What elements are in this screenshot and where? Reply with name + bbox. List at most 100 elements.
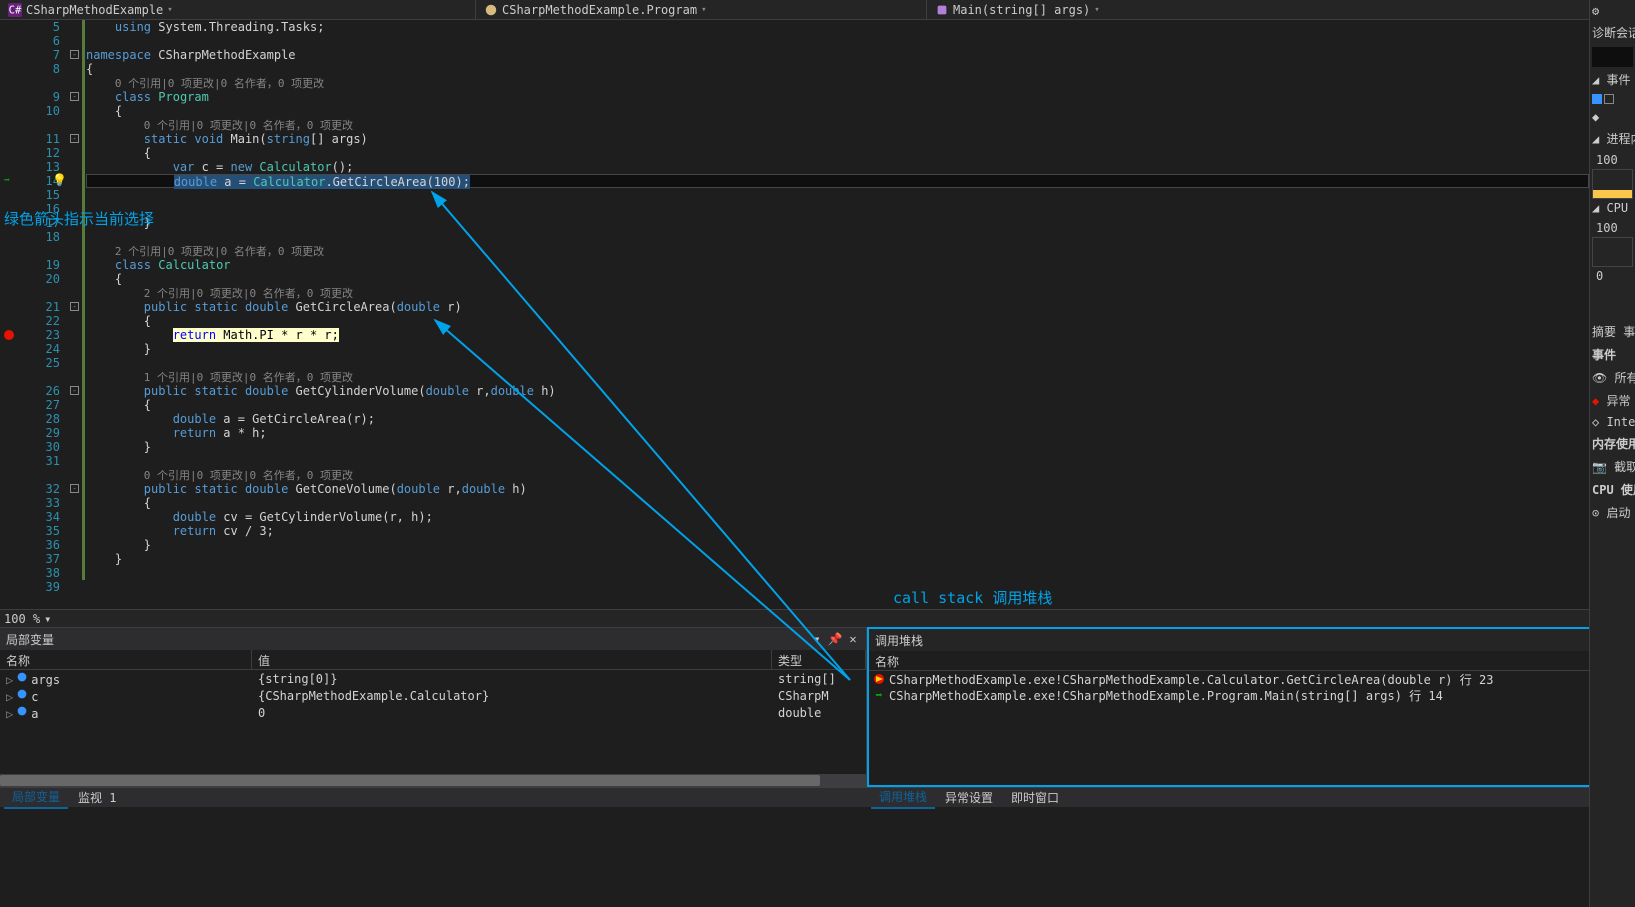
code-line[interactable]: return a * h; [86,426,1589,440]
horizontal-scrollbar[interactable] [0,774,866,787]
code-line[interactable]: 0 个引用|0 项更改|0 名作者，0 项更改 [86,118,1589,132]
breakpoint-column[interactable]: ➡ 💡 [0,20,18,609]
tab-exceptions[interactable]: 异常设置 [937,787,1001,808]
code-line[interactable]: double a = GetCircleArea(r); [86,412,1589,426]
code-line[interactable]: public static double GetCircleArea(doubl… [86,300,1589,314]
fold-toggle[interactable]: - [70,50,79,59]
callstack-row[interactable]: ➡CSharpMethodExample.exe!CSharpMethodExa… [869,687,1633,703]
code-line[interactable] [86,230,1589,244]
code-line[interactable] [86,566,1589,580]
project-dropdown[interactable]: C# CSharpMethodExample [0,0,475,19]
code-line[interactable]: } [86,440,1589,454]
locals-panel: 局部变量 ▾ 📌 ✕ 名称 值 类型 ▷args{string[0]}strin… [0,627,867,787]
pin-icon[interactable]: 📌 [828,632,842,646]
code-line[interactable]: 1 个引用|0 项更改|0 名作者，0 项更改 [86,370,1589,384]
tab-callstack[interactable]: 调用堆栈 [871,786,935,809]
fold-toggle[interactable]: - [70,484,79,493]
code-line[interactable]: { [86,398,1589,412]
frame-arrow-icon: ➡ [873,689,885,701]
breakpoint-icon [873,673,885,685]
code-line[interactable]: static void Main(string[] args) [86,132,1589,146]
gear-icon[interactable]: ⚙ [1592,4,1633,18]
locals-grid-body[interactable]: ▷args{string[0]}string[]▷c{CSharpMethodE… [0,670,866,774]
lightbulb-icon[interactable]: 💡 [52,173,67,187]
dropdown-icon[interactable]: ▾ [810,632,824,646]
locals-grid-header: 名称 值 类型 [0,650,866,670]
locals-row[interactable]: ▷args{string[0]}string[] [0,670,866,687]
class-name: CSharpMethodExample.Program [502,3,697,17]
zoom-dropdown[interactable]: 100 %▾ [4,612,51,626]
code-line[interactable]: 0 个引用|0 项更改|0 名作者，0 项更改 [86,76,1589,90]
code-line[interactable]: double a = Calculator.GetCircleArea(100)… [86,174,1589,188]
fold-toggle[interactable]: - [70,386,79,395]
col-name[interactable]: 名称 [869,651,1633,670]
diag-start[interactable]: ⊙ 启动 [1592,504,1633,521]
code-line[interactable]: public static double GetConeVolume(doubl… [86,482,1589,496]
code-line[interactable] [86,202,1589,216]
callstack-body[interactable]: CSharpMethodExample.exe!CSharpMethodExam… [869,671,1633,785]
line-number-gutter: ➡ 💡 567891011121314151617181920212223242… [0,20,68,609]
code-line[interactable]: { [86,314,1589,328]
tab-immediate[interactable]: 即时窗口 [1003,787,1067,808]
code-line[interactable]: { [86,104,1589,118]
fold-toggle[interactable]: - [70,134,79,143]
code-line[interactable]: 2 个引用|0 项更改|0 名作者，0 项更改 [86,244,1589,258]
callstack-row[interactable]: CSharpMethodExample.exe!CSharpMethodExam… [869,671,1633,687]
code-line[interactable] [86,454,1589,468]
col-name[interactable]: 名称 [0,650,252,669]
locals-row[interactable]: ▷a0double [0,704,866,721]
code-area[interactable]: using System.Threading.Tasks; namespace C… [86,20,1589,609]
code-line[interactable]: { [86,146,1589,160]
code-line[interactable] [86,34,1589,48]
code-line[interactable]: 2 个引用|0 项更改|0 名作者，0 项更改 [86,286,1589,300]
code-line[interactable] [86,188,1589,202]
code-line[interactable] [86,580,1589,594]
callstack-title: 调用堆栈 [875,632,923,649]
code-line[interactable]: using System.Threading.Tasks; [86,20,1589,34]
callstack-tabs: 调用堆栈 异常设置 即时窗口 [867,787,1635,807]
svg-text:C#: C# [9,4,22,16]
diag-exception[interactable]: ◆ 异常 [1592,392,1633,409]
diag-process-hdr[interactable]: ◢ 进程内 [1592,130,1633,147]
diag-events-hdr[interactable]: ◢ 事件 [1592,71,1633,88]
code-line[interactable]: namespace CSharpMethodExample [86,48,1589,62]
class-dropdown[interactable]: CSharpMethodExample.Program [476,0,926,19]
code-line[interactable]: public static double GetCylinderVolume(d… [86,384,1589,398]
csharp-project-icon: C# [8,3,22,17]
code-line[interactable]: } [86,342,1589,356]
code-line[interactable]: { [86,496,1589,510]
callstack-panel: 调用堆栈 名称 CSharpMethodExample.exe!CSharpMe… [867,627,1635,787]
diag-cpu-hdr[interactable]: ◢ CPU ( [1592,201,1633,215]
diag-snapshot[interactable]: 📷 截取 [1592,458,1633,475]
code-line[interactable]: var c = new Calculator(); [86,160,1589,174]
navigation-bar: C# CSharpMethodExample CSharpMethodExamp… [0,0,1635,20]
code-line[interactable]: } [86,552,1589,566]
code-line[interactable]: class Calculator [86,258,1589,272]
code-line[interactable]: return Math.PI * r * r; [86,328,1589,342]
code-line[interactable]: class Program [86,90,1589,104]
code-line[interactable]: double cv = GetCylinderVolume(r, h); [86,510,1589,524]
code-editor[interactable]: ➡ 💡 567891011121314151617181920212223242… [0,20,1635,609]
diag-summary[interactable]: 摘要 事 [1592,323,1633,340]
code-line[interactable]: 0 个引用|0 项更改|0 名作者，0 项更改 [86,468,1589,482]
fold-toggle[interactable]: - [70,302,79,311]
tab-watch1[interactable]: 监视 1 [70,787,124,808]
locals-row[interactable]: ▷c{CSharpMethodExample.Calculator}CSharp… [0,687,866,704]
fold-column[interactable]: - - - - - - [68,20,82,609]
code-line[interactable]: } [86,538,1589,552]
diag-intellitrace[interactable]: ◇ Inte [1592,415,1633,429]
code-line[interactable]: { [86,62,1589,76]
code-line[interactable]: { [86,272,1589,286]
col-value[interactable]: 值 [252,650,772,669]
fold-toggle[interactable]: - [70,92,79,101]
code-line[interactable]: } [86,216,1589,230]
diag-all[interactable]: 👁 所有 [1592,369,1633,386]
close-icon[interactable]: ✕ [846,632,860,646]
tab-locals[interactable]: 局部变量 [4,786,68,809]
diagnostics-panel: ⚙ 诊断会话 ◢ 事件 ◆ ◢ 进程内 100 ◢ CPU ( 100 0 摘要… [1589,0,1635,907]
code-line[interactable] [86,356,1589,370]
col-type[interactable]: 类型 [772,650,866,669]
code-line[interactable]: return cv / 3; [86,524,1589,538]
method-dropdown[interactable]: Main(string[] args) [927,0,1589,19]
breakpoint-icon[interactable] [4,330,14,340]
